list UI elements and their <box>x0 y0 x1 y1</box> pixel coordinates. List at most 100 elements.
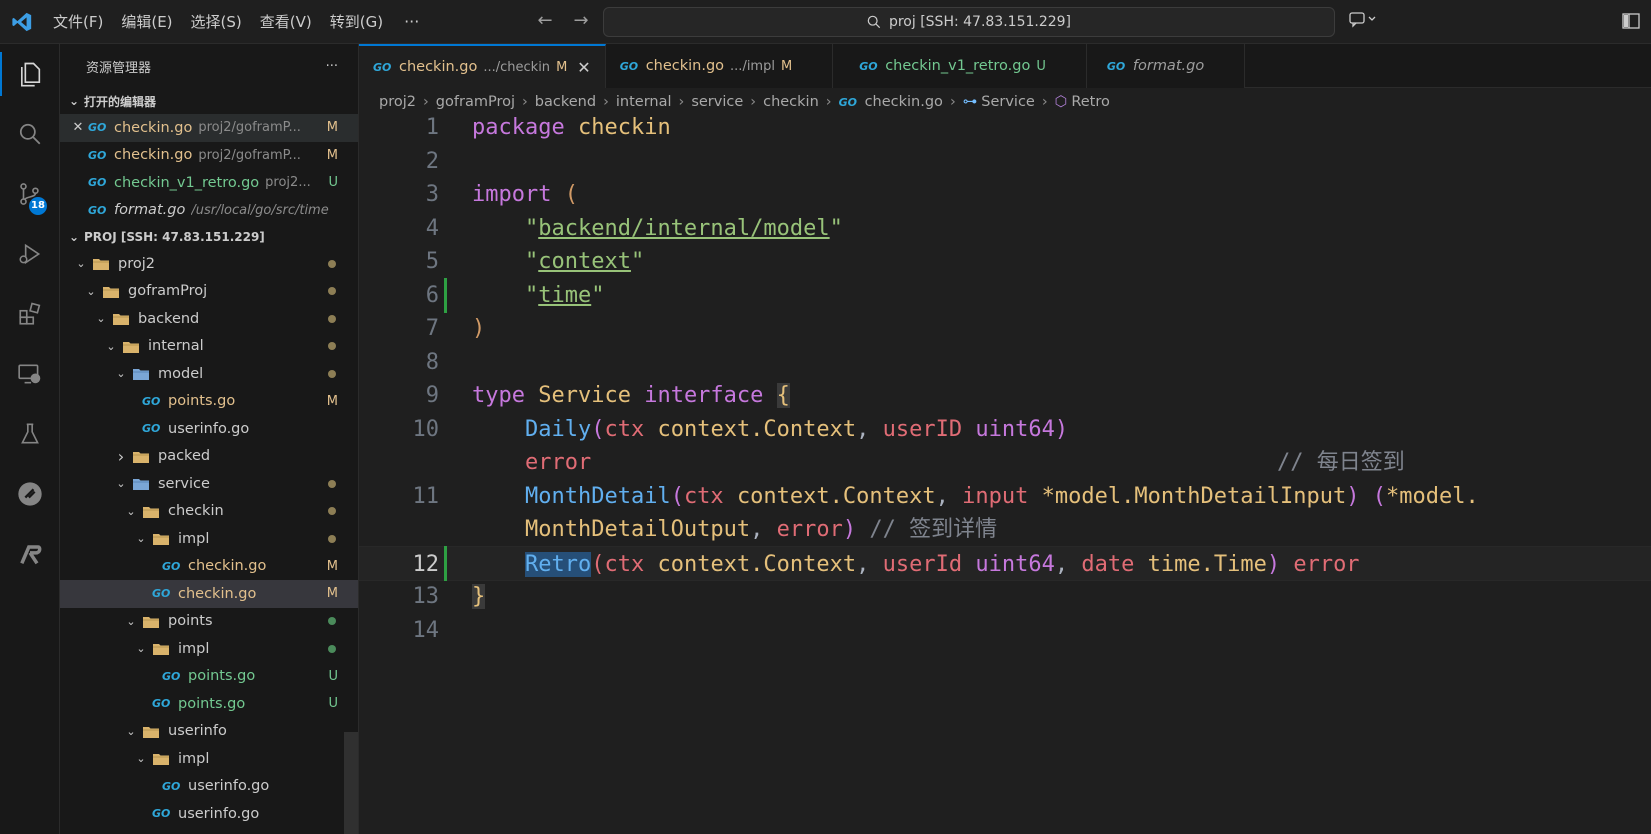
tab-checkin-go-checkin[interactable]: GO checkin.go .../checkin M ✕ <box>359 44 606 88</box>
breadcrumb-item[interactable]: checkin.go <box>865 94 943 110</box>
menu-selection[interactable]: 选择(S) <box>182 0 251 44</box>
tree-file[interactable]: GO points.go M <box>60 388 358 416</box>
tree-file[interactable]: GO userinfo.go <box>60 773 358 801</box>
go-file-icon: GO <box>162 559 181 573</box>
open-editors-header[interactable]: ⌄ 打开的编辑器 <box>60 88 358 114</box>
project-header[interactable]: ⌄ PROJ [SSH: 47.83.151.229] <box>60 224 358 250</box>
copilot-chat-icon[interactable] <box>1348 10 1378 32</box>
breadcrumb-item[interactable]: goframProj <box>436 94 515 110</box>
tree-item-label: impl <box>178 640 210 657</box>
tab-checkin-go-impl[interactable]: GO checkin.go .../impl M <box>605 44 834 88</box>
explorer-sidebar: 资源管理器 ··· ⌄ 打开的编辑器 ✕ GO checkin.go proj2… <box>60 44 359 834</box>
tab-format-go[interactable]: GO format.go <box>1086 44 1246 88</box>
current-code-line: 12 Retro(ctx context.Context, userId uin… <box>359 545 1651 581</box>
breadcrumb-item[interactable]: checkin <box>763 94 819 110</box>
code-editor[interactable]: 1 package checkin 2 3 import ( 4 "backen… <box>359 115 1651 834</box>
git-status-badge: M <box>326 586 338 602</box>
go-file-icon: GO <box>373 60 392 74</box>
tree-folder[interactable]: ⌄ model <box>60 360 358 388</box>
tree-folder[interactable]: ⌄ backend <box>60 305 358 333</box>
menu-more-icon[interactable]: ··· <box>392 12 431 31</box>
chevron-right-icon: › <box>117 446 125 466</box>
breadcrumb-item[interactable]: internal <box>616 94 672 110</box>
git-change-dot <box>328 617 336 626</box>
tree-folder[interactable]: ⌄ service <box>60 470 358 498</box>
search-icon[interactable] <box>0 104 60 164</box>
code-line: 2 <box>359 144 1651 179</box>
explorer-more-icon[interactable]: ··· <box>326 59 338 74</box>
tab-label: format.go <box>1132 58 1205 74</box>
tree-file[interactable]: GO checkin.go M <box>60 553 358 581</box>
forward-arrow-icon[interactable]: → <box>568 10 594 31</box>
extensions-icon[interactable] <box>0 284 60 344</box>
open-editor-item[interactable]: GO checkin.go proj2/goframP... M <box>60 142 358 170</box>
tree-folder[interactable]: ⌄ internal <box>60 333 358 361</box>
open-editor-item[interactable]: GO checkin_v1_retro.go proj2... U <box>60 169 358 197</box>
tree-folder[interactable]: ⌄ checkin <box>60 498 358 526</box>
command-center-search[interactable]: proj [SSH: 47.83.151.229] <box>603 7 1335 37</box>
go-file-icon: GO <box>162 669 181 683</box>
go-file-icon: GO <box>88 203 107 217</box>
chevron-down-icon: ⌄ <box>96 312 106 326</box>
go-extension-icon[interactable] <box>0 464 60 524</box>
chevron-down-icon: ⌄ <box>126 504 136 518</box>
menu-go[interactable]: 转到(G) <box>321 0 392 44</box>
tab-status: M <box>780 58 793 74</box>
tree-item-label: checkin <box>168 503 224 520</box>
tree-folder[interactable]: ⌄ proj2 <box>60 250 358 278</box>
tree-folder[interactable]: ⌄ impl <box>60 635 358 663</box>
code-line: 10 Daily(ctx context.Context, userID uin… <box>359 412 1651 447</box>
menu-edit[interactable]: 编辑(E) <box>112 0 181 44</box>
close-icon[interactable]: ✕ <box>577 58 590 77</box>
tab-checkin-v1-retro-go[interactable]: GO checkin_v1_retro.go U <box>833 44 1087 88</box>
tree-file[interactable]: GO userinfo.go <box>60 415 358 443</box>
sidebar-scrollbar[interactable] <box>344 732 358 834</box>
tree-item-label: internal <box>148 338 204 355</box>
go-file-icon: GO <box>142 422 161 436</box>
tree-file[interactable]: GO checkin.go M <box>60 580 358 608</box>
git-change-dot <box>328 507 336 516</box>
tree-file[interactable]: GO userinfo.go <box>60 800 358 828</box>
tree-folder[interactable]: › packed <box>60 443 358 471</box>
menu-view[interactable]: 查看(V) <box>251 0 321 44</box>
remote-explorer-icon[interactable] <box>0 344 60 404</box>
close-icon[interactable]: ✕ <box>68 120 88 135</box>
folder-icon <box>122 340 140 353</box>
breadcrumb-item[interactable]: Retro <box>1071 94 1110 110</box>
breadcrumb-item[interactable]: Service <box>981 94 1035 110</box>
source-control-icon[interactable]: 18 <box>0 164 60 224</box>
tree-file[interactable]: GO points.go U <box>60 663 358 691</box>
testing-icon[interactable] <box>0 404 60 464</box>
open-editor-item[interactable]: ✕ GO checkin.go proj2/goframP... M <box>60 114 358 142</box>
tree-folder[interactable]: ⌄ goframProj <box>60 278 358 306</box>
folder-icon <box>132 450 150 463</box>
go-file-icon: GO <box>88 148 107 162</box>
back-arrow-icon[interactable]: ← <box>532 10 558 31</box>
tree-item-label: userinfo <box>168 723 227 740</box>
goland-extension-icon[interactable] <box>0 524 60 584</box>
folder-icon <box>152 642 170 656</box>
tree-folder[interactable]: ⌄ impl <box>60 745 358 773</box>
line-number: 7 <box>425 316 439 341</box>
tree-item-label: points.go <box>188 668 256 685</box>
code-line: 4 "backend/internal/model" <box>359 211 1651 246</box>
code-line: 6 "time" <box>359 277 1651 313</box>
tree-folder[interactable]: ⌄ points <box>60 608 358 636</box>
layout-toggle-icon[interactable] <box>1621 11 1641 31</box>
breadcrumb-item[interactable]: backend <box>535 94 596 110</box>
chevron-down-icon: ⌄ <box>136 752 146 766</box>
menu-file[interactable]: 文件(F) <box>44 0 112 44</box>
menu-bar: 文件(F) 编辑(E) 选择(S) 查看(V) 转到(G) ··· <box>44 0 431 44</box>
run-debug-icon[interactable] <box>0 224 60 284</box>
go-file-icon: GO <box>619 59 639 73</box>
breadcrumb-item[interactable]: proj2 <box>379 94 416 110</box>
open-editor-item[interactable]: GO format.go /usr/local/go/src/time <box>60 197 358 225</box>
open-editor-name: format.go <box>114 202 186 219</box>
tree-file[interactable]: GO points.go U <box>60 690 358 718</box>
tree-folder[interactable]: ⌄ userinfo <box>60 718 358 746</box>
explorer-icon[interactable] <box>0 44 60 104</box>
folder-icon <box>132 477 150 491</box>
tree-folder[interactable]: ⌄ impl <box>60 525 358 553</box>
git-status-badge: M <box>326 147 338 163</box>
breadcrumb-item[interactable]: service <box>691 94 743 110</box>
